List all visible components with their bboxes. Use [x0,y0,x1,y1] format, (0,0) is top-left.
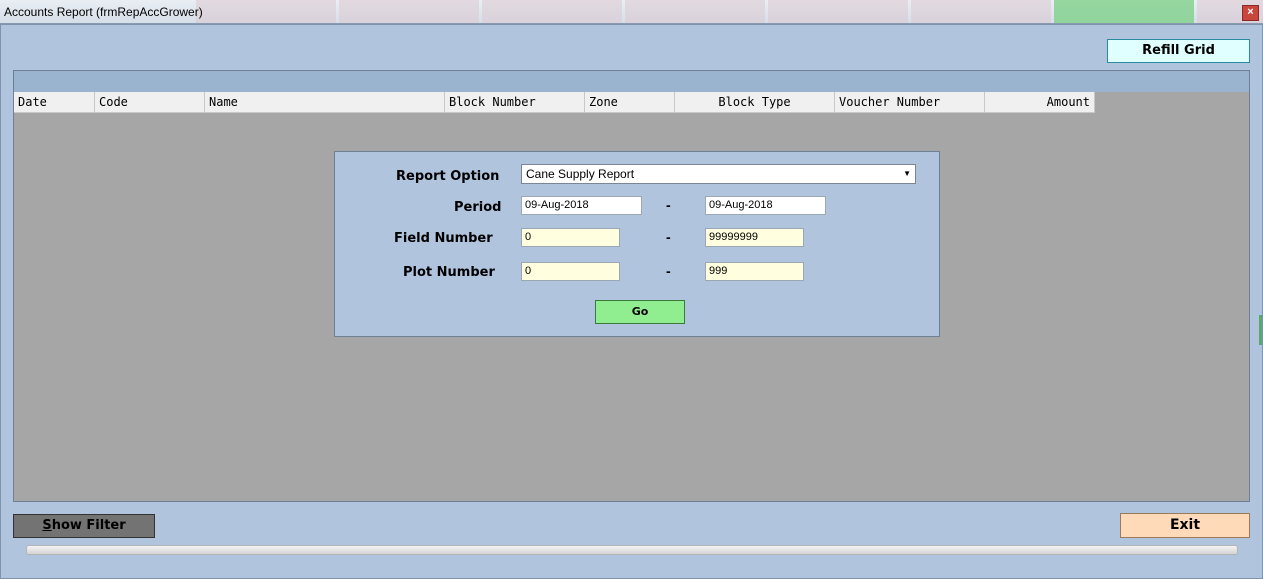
side-indicator [1259,315,1262,345]
report-window: Refill Grid Date Code Name Block Number … [0,24,1263,579]
field-number-label: Field Number [394,231,493,246]
field-number-from-input[interactable]: 0 [521,228,620,247]
column-header-voucher-number[interactable]: Voucher Number [835,92,985,113]
background-tab [339,0,479,23]
go-button[interactable]: Go [595,300,685,324]
grid-group-band [14,71,1249,92]
show-filter-accelerator: S [42,518,52,533]
field-number-separator: - [666,229,671,245]
background-tab [1054,0,1194,23]
column-header-code[interactable]: Code [95,92,205,113]
plot-number-separator: - [666,263,671,279]
report-option-label: Report Option [396,169,500,184]
grid-header-row: Date Code Name Block Number Zone Block T… [14,92,1095,113]
background-tabs [196,0,1263,23]
column-header-block-type[interactable]: Block Type [675,92,835,113]
background-tab [196,0,336,23]
exit-button[interactable]: Exit [1120,513,1250,538]
background-tab [768,0,908,23]
plot-number-label: Plot Number [403,265,495,280]
dropdown-arrow-icon: ▼ [903,169,911,178]
period-from-input[interactable]: 09-Aug-2018 [521,196,642,215]
filter-panel: Report Option Cane Supply Report ▼ Perio… [334,151,940,337]
background-tab [625,0,765,23]
show-filter-label: how Filter [51,518,126,533]
column-header-amount[interactable]: Amount [985,92,1095,113]
refill-grid-button[interactable]: Refill Grid [1107,39,1250,63]
period-separator: - [666,197,671,213]
plot-number-to-input[interactable]: 999 [705,262,804,281]
period-label: Period [454,200,502,215]
report-option-value: Cane Supply Report [526,167,635,181]
close-button[interactable]: × [1242,5,1259,21]
column-header-zone[interactable]: Zone [585,92,675,113]
show-filter-button[interactable]: Show Filter [13,514,155,538]
title-bar: Accounts Report (frmRepAccGrower) × [0,0,1263,24]
window-title: Accounts Report (frmRepAccGrower) [4,5,203,19]
background-tab [482,0,622,23]
column-header-date[interactable]: Date [14,92,95,113]
background-tab [911,0,1051,23]
horizontal-scrollbar[interactable] [26,545,1238,555]
column-header-name[interactable]: Name [205,92,445,113]
plot-number-from-input[interactable]: 0 [521,262,620,281]
field-number-to-input[interactable]: 99999999 [705,228,804,247]
period-to-input[interactable]: 09-Aug-2018 [705,196,826,215]
report-option-select[interactable]: Cane Supply Report ▼ [521,164,916,184]
column-header-block-number[interactable]: Block Number [445,92,585,113]
